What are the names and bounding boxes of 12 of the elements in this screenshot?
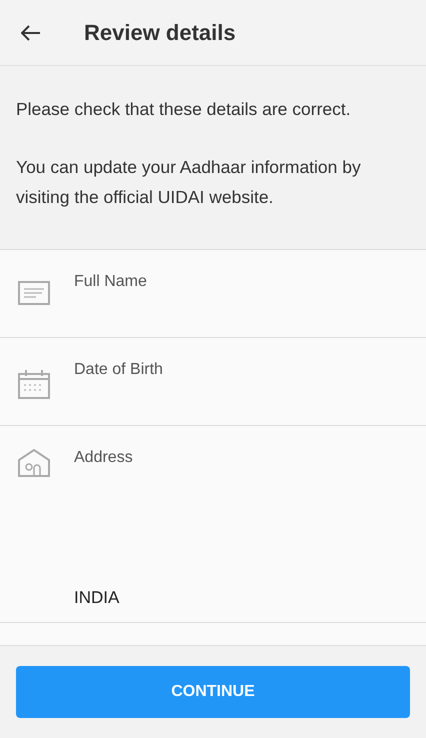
info-text: Please check that these details are correct. (16, 98, 352, 121)
continue-button[interactable]: CONTINUE (16, 666, 410, 718)
house-icon (18, 449, 50, 477)
card-icon (18, 281, 50, 305)
field-label: Date of Birth (74, 361, 164, 379)
info-text: You can update your Aadhaar information by visiting the official UIDAI website. (16, 156, 362, 209)
field-label: Full Name (74, 273, 148, 291)
field-value: INDIA (74, 588, 120, 608)
calendar-icon (18, 369, 50, 399)
screen-title: Review details (84, 20, 236, 46)
field-label: Address (74, 449, 134, 467)
back-arrow-icon (21, 24, 41, 40)
